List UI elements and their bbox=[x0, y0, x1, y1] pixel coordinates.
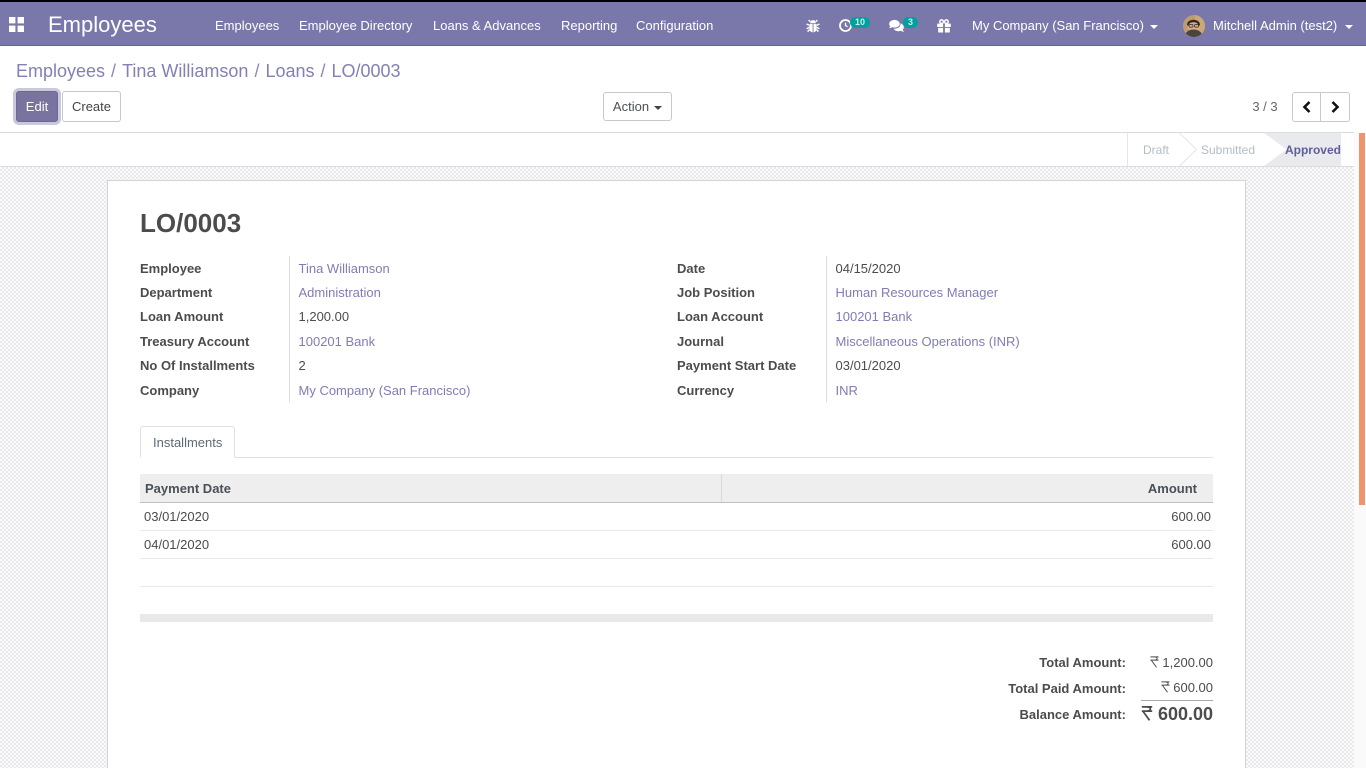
svg-text:Draft: Draft bbox=[1143, 143, 1170, 157]
svg-text:Approved: Approved bbox=[1285, 143, 1341, 157]
svg-text:Submitted: Submitted bbox=[1201, 143, 1255, 157]
